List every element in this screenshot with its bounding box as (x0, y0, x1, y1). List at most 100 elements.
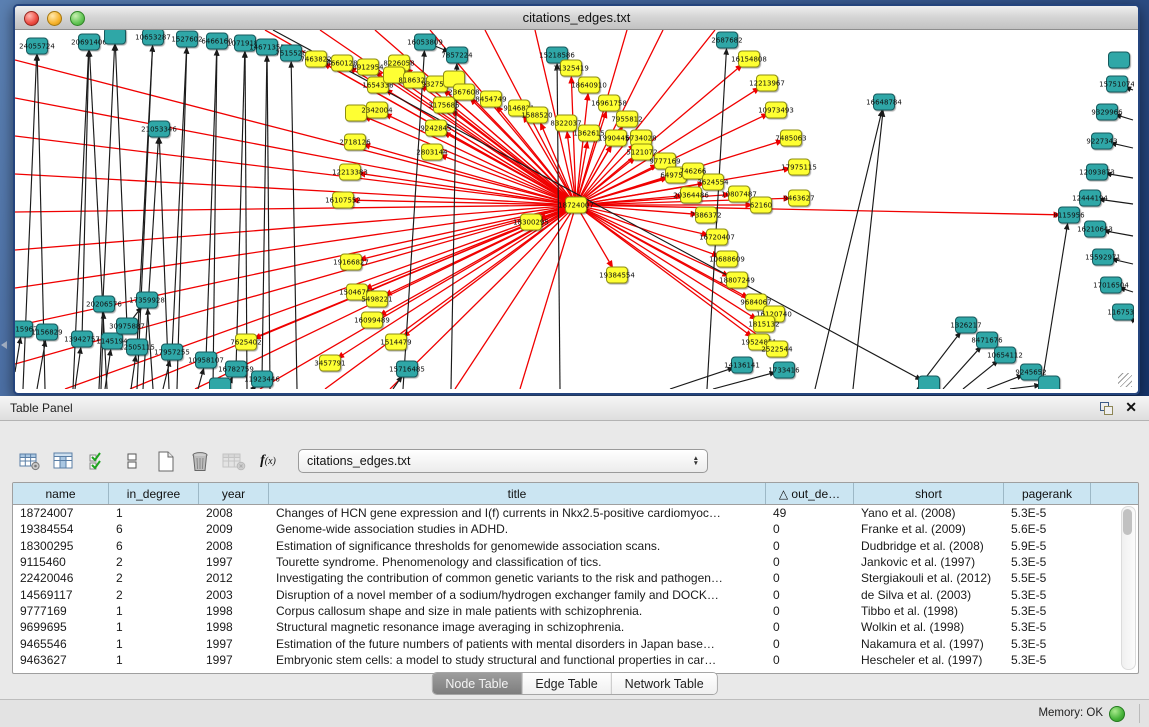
table-cell[interactable]: 0 (766, 604, 854, 618)
table-cell[interactable]: 6 (109, 522, 199, 536)
table-cell[interactable]: Wolkin et al. (1998) (854, 620, 1004, 634)
network-node[interactable]: 2522544 (766, 341, 788, 358)
table-cell[interactable]: 0 (766, 555, 854, 569)
table-cell[interactable]: de Silva et al. (2003) (854, 588, 1004, 602)
network-node[interactable]: 1527602 (176, 31, 198, 48)
table-cell[interactable]: Nakamura et al. (1997) (854, 637, 1004, 651)
create-column-button[interactable] (154, 449, 178, 473)
network-node[interactable]: 15751074 (1106, 76, 1128, 93)
table-cell[interactable]: 0 (766, 620, 854, 634)
table-cell[interactable]: Tourette syndrome. Phenomenology and cla… (269, 555, 766, 569)
network-node[interactable]: 16961758 (598, 95, 620, 112)
network-node[interactable]: 15592971 (1092, 249, 1114, 266)
network-node[interactable]: 2803144 (421, 144, 443, 161)
network-node[interactable]: 12213383 (339, 164, 361, 181)
network-node[interactable]: 1362615 (578, 125, 600, 142)
network-node[interactable]: 17359928 (136, 292, 158, 309)
network-node[interactable]: 1588520 (526, 107, 548, 124)
table-cell[interactable]: 1997 (199, 637, 269, 651)
network-node[interactable]: 3624554 (702, 174, 724, 191)
network-node[interactable]: 12093873 (1086, 164, 1108, 181)
network-node[interactable] (1038, 376, 1060, 390)
network-node[interactable]: 9242845 (425, 120, 447, 137)
network-node[interactable]: 746266 (682, 163, 704, 180)
network-node[interactable]: 3175685 (433, 97, 455, 114)
network-node[interactable]: 11325419 (560, 60, 582, 77)
table-cell[interactable]: 1 (109, 653, 199, 667)
network-node[interactable]: 18807249 (726, 272, 748, 289)
network-node[interactable]: 11923446 (251, 371, 273, 388)
table-cell[interactable]: 2009 (199, 522, 269, 536)
column-header-year[interactable]: year (199, 483, 269, 504)
table-cell[interactable]: 1 (109, 604, 199, 618)
network-node[interactable]: 9329966 (1096, 104, 1118, 121)
table-cell[interactable]: 5.3E-5 (1004, 588, 1091, 602)
network-node[interactable]: 21053346 (148, 121, 170, 138)
table-cell[interactable]: Hescheler et al. (1997) (854, 653, 1004, 667)
delete-columns-button[interactable] (188, 449, 212, 473)
network-node[interactable] (918, 376, 940, 390)
network-node[interactable]: 2342004 (366, 102, 388, 119)
table-cell[interactable]: 1 (109, 637, 199, 651)
network-window[interactable]: citations_edges.txt 24055724206914061065… (13, 4, 1140, 395)
scrollbar-thumb[interactable] (1123, 509, 1132, 535)
column-header-pagerank[interactable]: pagerank (1004, 483, 1091, 504)
network-node[interactable]: 2718126 (344, 134, 366, 151)
network-node[interactable]: 62160 (750, 197, 772, 214)
table-row[interactable]: 946362711997Embryonic stem cells: a mode… (13, 652, 1138, 668)
table-cell[interactable]: Franke et al. (2009) (854, 522, 1004, 536)
network-node[interactable]: 16154808 (738, 51, 760, 68)
table-options-button[interactable] (18, 449, 42, 473)
show-columns-button[interactable] (52, 449, 76, 473)
table-cell[interactable]: 1998 (199, 620, 269, 634)
network-node[interactable]: 17975115 (788, 159, 810, 176)
table-cell[interactable]: 2003 (199, 588, 269, 602)
network-node[interactable]: 7625402 (235, 334, 257, 351)
table-cell[interactable]: Embryonic stem cells: a model to study s… (269, 653, 766, 667)
network-node[interactable]: 10653287 (142, 30, 164, 46)
network-node[interactable]: 19904458 (605, 130, 627, 147)
network-node[interactable]: 16107552 (332, 192, 354, 209)
network-node[interactable]: 1326217 (955, 317, 977, 334)
table-cell[interactable]: 0 (766, 522, 854, 536)
table-cell[interactable]: 0 (766, 653, 854, 667)
network-node[interactable]: 18640910 (578, 77, 600, 94)
table-cell[interactable]: Corpus callosum shape and size in male p… (269, 604, 766, 618)
table-cell[interactable]: Estimation of the future numbers of pati… (269, 637, 766, 651)
table-cell[interactable]: Estimation of significance thresholds fo… (269, 539, 766, 553)
network-node[interactable]: 10807487 (728, 186, 750, 203)
network-node[interactable]: 1815132 (753, 316, 775, 333)
network-node[interactable]: 16053809 (414, 34, 436, 51)
table-cell[interactable]: Jankovic et al. (1997) (854, 555, 1004, 569)
network-node[interactable]: 7515526 (280, 45, 302, 62)
network-node[interactable]: 8454749 (480, 91, 502, 108)
table-cell[interactable]: 22420046 (13, 571, 109, 585)
network-node[interactable]: 17016504 (1100, 277, 1122, 294)
table-cell[interactable]: 14569117 (13, 588, 109, 602)
table-cell[interactable]: 5.6E-5 (1004, 522, 1091, 536)
column-header-short[interactable]: short (854, 483, 1004, 504)
table-cell[interactable]: Tibbo et al. (1998) (854, 604, 1004, 618)
table-cell[interactable]: 19384554 (13, 522, 109, 536)
table-vertical-scrollbar[interactable] (1121, 506, 1136, 670)
network-node[interactable]: 8660128 (331, 55, 353, 72)
table-cell[interactable]: 5.3E-5 (1004, 653, 1091, 667)
table-cell[interactable]: 9465546 (13, 637, 109, 651)
network-node[interactable]: 7857224 (446, 47, 468, 64)
table-cell[interactable]: 2 (109, 555, 199, 569)
network-node[interactable]: 9463627 (788, 190, 810, 207)
table-cell[interactable]: 2 (109, 588, 199, 602)
select-columns-button[interactable] (86, 449, 110, 473)
table-row[interactable]: 946554611997Estimation of the future num… (13, 635, 1138, 651)
table-cell[interactable]: 0 (766, 637, 854, 651)
table-cell[interactable]: 0 (766, 588, 854, 602)
network-node[interactable]: 7485063 (780, 130, 802, 147)
network-node[interactable]: 16782759 (225, 361, 247, 378)
network-node[interactable]: 18724007 (565, 197, 587, 214)
table-row[interactable]: 977716911998Corpus callosum shape and si… (13, 603, 1138, 619)
tab-node-table[interactable]: Node Table (432, 673, 522, 694)
network-node[interactable]: 20364486 (680, 187, 702, 204)
network-node[interactable] (209, 378, 231, 390)
table-cell[interactable]: 5.3E-5 (1004, 637, 1091, 651)
table-cell[interactable]: 6 (109, 539, 199, 553)
